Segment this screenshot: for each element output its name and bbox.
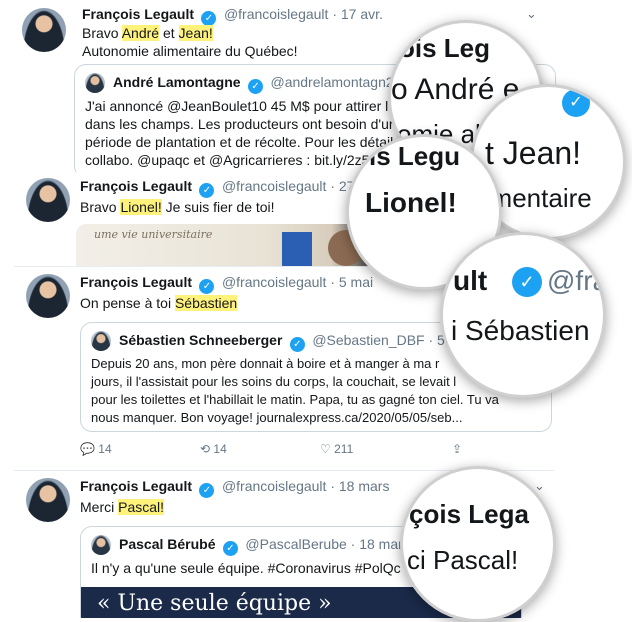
avatar[interactable] <box>22 8 66 52</box>
share-icon: ⇪ <box>452 442 463 456</box>
magnified-text: @fra <box>547 265 606 296</box>
reply-button[interactable]: 💬 14 <box>80 442 112 456</box>
verified-icon: ✓ <box>199 279 215 294</box>
verified-icon: ✓ <box>289 337 305 352</box>
share-button[interactable]: ⇪ <box>452 442 462 456</box>
verified-icon: ✓ <box>199 483 215 498</box>
tweet-text: Merci Pascal! <box>80 499 165 515</box>
magnified-text: ult <box>453 265 488 296</box>
caret-down-icon[interactable]: ⌄ <box>526 6 537 22</box>
magnified-text: i Sébastien <box>451 315 590 346</box>
reply-icon: 💬 <box>80 442 95 456</box>
quoted-text: Il n'y a qu'une seule équipe. #Coronavir… <box>91 560 401 576</box>
magnifier-4: ult ✓ @fra i Sébastien <box>440 232 606 398</box>
magnified-text: t Jean! <box>485 135 582 171</box>
author-handle[interactable]: @francoislegault · 5 mai <box>222 274 373 290</box>
tweet-text: On pense à toi Sébastien <box>80 295 238 311</box>
author-name[interactable]: François Legault <box>82 6 194 22</box>
magnified-text: çois Lega <box>409 499 529 529</box>
like-icon: ♡ <box>320 442 331 456</box>
retweet-button[interactable]: ⟲ 14 <box>200 442 227 456</box>
avatar[interactable] <box>85 73 105 93</box>
author-handle[interactable]: @francoislegault · 17 avr. <box>224 6 383 22</box>
author-handle[interactable]: @francoislegault · 18 mars <box>222 478 390 494</box>
tweet-text: Bravo André et Jean! Autonomie alimentai… <box>82 25 298 59</box>
avatar[interactable] <box>91 331 111 351</box>
author-name[interactable]: François Legault <box>80 178 192 194</box>
quoted-author-name[interactable]: Pascal Bérubé <box>119 536 216 552</box>
photo-caption: ume vie universitaire <box>94 228 213 241</box>
avatar[interactable] <box>91 535 111 555</box>
banner-text: « Une seule équipe » <box>97 591 332 616</box>
avatar[interactable] <box>26 178 70 222</box>
like-button[interactable]: ♡ 211 <box>320 442 353 456</box>
avatar[interactable] <box>26 478 70 522</box>
verified-icon: ✓ <box>199 183 215 198</box>
tweet-actions: 💬 14 ⟲ 14 ♡ 211 ⇪ <box>80 442 550 462</box>
quoted-text: Depuis 20 ans, mon père donnait à boire … <box>91 356 499 425</box>
magnifier-5: çois Lega ci Pascal! <box>400 466 556 622</box>
magnified-text: is Legu <box>369 141 461 171</box>
verified-icon: ✓ <box>248 79 264 94</box>
magnified-text: ois Leg <box>399 33 491 63</box>
verified-icon: ✓ <box>222 541 238 556</box>
quoted-author-name[interactable]: Sébastien Schneeberger <box>119 332 282 348</box>
author-name[interactable]: François Legault <box>80 274 192 290</box>
quoted-author-name[interactable]: André Lamontagne <box>113 74 241 90</box>
verified-icon: ✓ <box>562 89 590 117</box>
tweet-text: Bravo Lionel! Je suis fier de toi! <box>80 199 275 215</box>
quoted-author-handle[interactable]: @PascalBerube · 18 mars <box>245 536 409 552</box>
magnified-text: ci Pascal! <box>407 545 519 575</box>
flag-shape <box>282 232 312 266</box>
avatar[interactable] <box>26 274 70 318</box>
verified-icon: ✓ <box>512 267 542 297</box>
retweet-icon: ⟲ <box>200 442 211 456</box>
author-name[interactable]: François Legault <box>80 478 192 494</box>
magnified-text: Lionel! <box>365 187 457 218</box>
